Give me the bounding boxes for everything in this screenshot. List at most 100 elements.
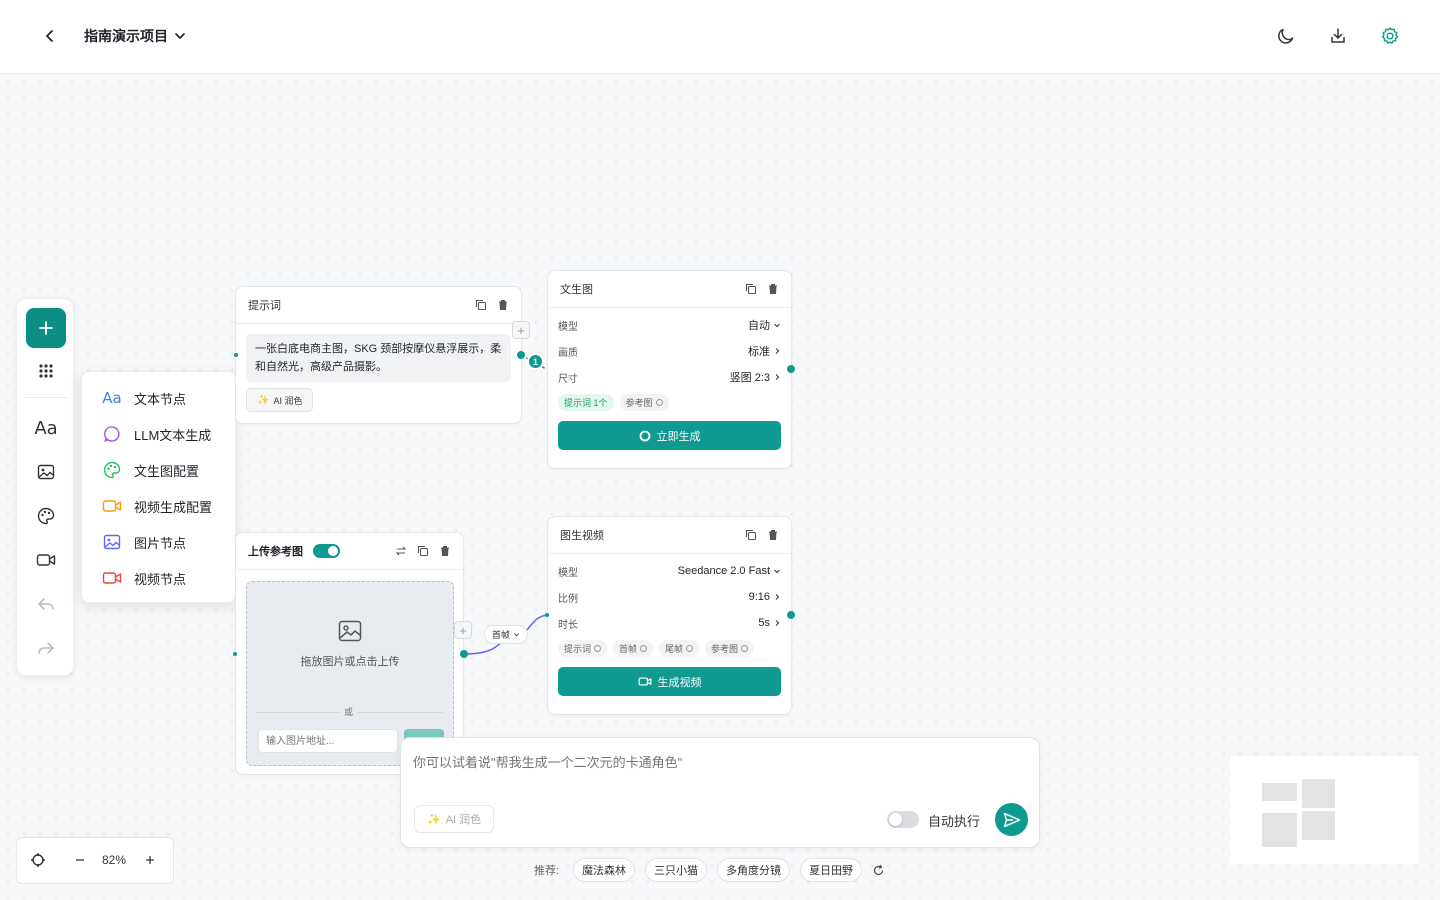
i2v-output-handle[interactable] [787,611,795,619]
last-frame-chip[interactable]: 尾帧 [659,640,700,657]
project-selector[interactable]: 指南演示项目 [84,26,186,46]
suggestion-chip[interactable]: 三只小猫 [645,858,708,882]
apps-button[interactable] [26,355,66,387]
t2i-output-handle[interactable] [787,365,795,373]
send-button[interactable] [995,803,1028,836]
quality-select[interactable]: 标准 [748,343,781,359]
refresh-button[interactable] [872,864,885,877]
t2i-node[interactable]: 文生图 模型 自动 画质 标准 尺寸 竖图 2:3 提示词 1个 参考图 立即生… [547,270,792,469]
prompt-chip[interactable]: 提示词 1个 [558,394,614,411]
zoom-in-button[interactable] [143,851,157,869]
zoom-level: 82% [102,853,127,867]
video-node-tool[interactable] [26,544,66,576]
chevron-left-icon [46,30,53,42]
menu-item-text-node[interactable]: Aa 文本节点 [82,380,235,416]
chat-input[interactable] [413,752,1023,792]
prompt-add-button[interactable]: + [512,321,530,339]
chevron-down-icon [514,633,520,637]
generate-video-button[interactable]: 生成视频 [558,667,781,696]
grid-dots-icon [39,364,53,378]
model-select[interactable]: 自动 [748,317,781,333]
sparkle-icon: ✨ [257,394,270,406]
swap-button[interactable] [395,545,407,557]
reference-chip[interactable]: 参考图 [705,640,755,657]
undo-button[interactable] [26,588,66,620]
menu-item-t2i-config[interactable]: 文生图配置 [82,452,235,488]
download-button[interactable] [1324,22,1352,50]
project-name: 指南演示项目 [84,28,168,44]
add-node-button[interactable] [26,308,66,348]
upload-add-button[interactable]: + [454,621,472,639]
first-frame-chip[interactable]: 首帧 [613,640,654,657]
ai-polish-button[interactable]: ✨ AI 润色 [246,388,314,412]
trash-icon [769,530,777,540]
copy-button[interactable] [745,283,757,295]
row-value: 5s [758,617,770,629]
model-select[interactable]: Seedance 2.0 Fast [678,565,781,577]
loading-ring-icon [639,430,650,441]
row-value: 竖图 2:3 [729,372,770,384]
i2v-input-handle[interactable] [545,613,549,617]
delete-button[interactable] [439,545,451,557]
connector-label[interactable]: 首帧 [484,625,529,644]
image-icon [338,620,362,642]
image-url-input[interactable] [258,729,398,753]
upload-toggle[interactable] [313,544,340,558]
undo-icon [38,598,54,610]
prompt-output-handle[interactable] [517,351,525,359]
copy-button[interactable] [475,299,487,311]
delete-button[interactable] [767,283,779,295]
top-bar: 指南演示项目 [0,0,1440,74]
menu-item-label: LLM文本生成 [134,427,212,443]
ratio-select[interactable]: 9:16 [749,591,781,603]
t2i-node-tool[interactable] [26,500,66,532]
row-value: 9:16 [748,591,770,603]
redo-button[interactable] [26,632,66,664]
connector-text: 首帧 [492,630,511,640]
quality-row: 画质 标准 [548,338,791,364]
size-select[interactable]: 竖图 2:3 [730,369,781,385]
left-toolbar: Aa [16,298,74,676]
t2i-input-badge: 1 [527,353,544,370]
palette-icon [102,460,122,480]
prompt-chip[interactable]: 提示词 [558,640,608,657]
prompt-node[interactable]: 提示词 一张白底电商主图，SKG 颈部按摩仪悬浮展示，柔和自然光，高级产品摄影。… [235,286,522,424]
copy-button[interactable] [745,529,757,541]
menu-item-video-node[interactable]: 视频节点 [82,560,235,596]
fit-view-button[interactable] [29,851,47,869]
suggestion-chip[interactable]: 多角度分镜 [717,858,791,882]
delete-button[interactable] [497,299,509,311]
menu-item-video-config[interactable]: 视频生成配置 [82,488,235,524]
chat-ai-polish-button[interactable]: ✨ AI 润色 [414,805,495,833]
prompt-text[interactable]: 一张白底电商主图，SKG 颈部按摩仪悬浮展示，柔和自然光，高级产品摄影。 [246,334,511,382]
text-node-tool[interactable]: Aa [26,412,66,444]
theme-toggle-button[interactable] [1272,22,1300,50]
back-button[interactable] [38,24,62,48]
minimap[interactable] [1230,756,1419,864]
upload-input-handle[interactable] [233,652,237,656]
auto-exec-toggle[interactable] [887,811,919,828]
image-node-tool[interactable] [26,456,66,488]
circle-icon [655,399,663,406]
generate-button[interactable]: 立即生成 [558,421,781,450]
copy-button[interactable] [417,545,429,557]
menu-item-image-node[interactable]: 图片节点 [82,524,235,560]
drop-text: 拖放图片或点击上传 [300,656,400,668]
delete-button[interactable] [767,529,779,541]
duration-select[interactable]: 5s [758,617,781,629]
plus-icon [39,321,53,335]
suggestion-chip[interactable]: 夏日田野 [800,858,863,882]
upload-output-handle[interactable] [460,650,468,658]
node-header: 图生视频 [548,517,791,554]
menu-item-llm-text[interactable]: LLM文本生成 [82,416,235,452]
zoom-out-button[interactable] [73,851,87,869]
i2v-node[interactable]: 图生视频 模型 Seedance 2.0 Fast 比例 9:16 时长 5s … [547,516,792,715]
crosshair-icon [31,853,45,867]
prompt-input-handle[interactable] [234,353,238,357]
menu-item-label: 视频生成配置 [134,499,213,515]
reference-chip[interactable]: 参考图 [619,394,669,411]
settings-button[interactable] [1376,22,1404,50]
trash-icon [769,284,777,294]
model-row: 模型 Seedance 2.0 Fast [548,558,791,584]
suggestion-chip[interactable]: 魔法森林 [573,858,636,882]
